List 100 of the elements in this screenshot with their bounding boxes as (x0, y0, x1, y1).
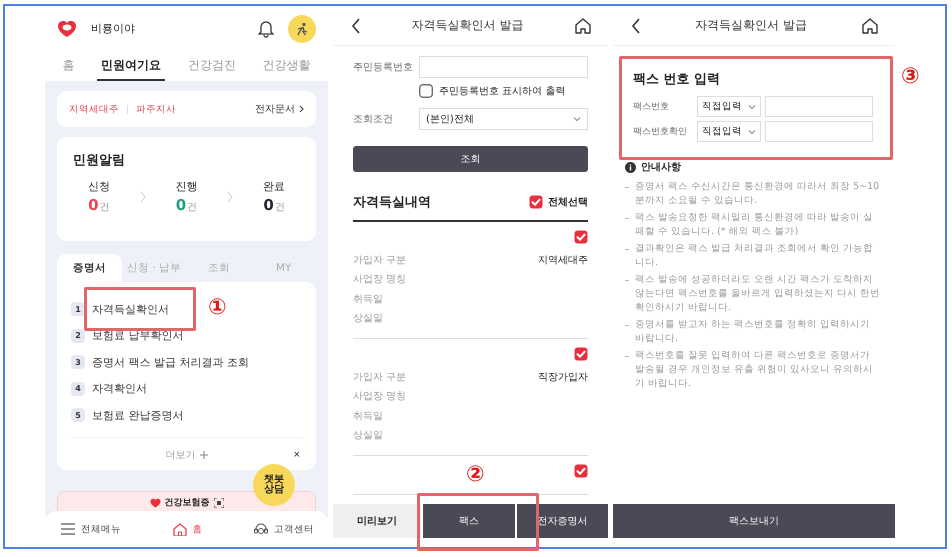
action-button[interactable]: 팩스 (423, 504, 514, 538)
section-heading: 팩스 번호 입력 (633, 71, 722, 88)
alerts-title: 민원알림 (73, 152, 126, 169)
search-button[interactable]: 조회 (353, 146, 588, 172)
field-label: 주민등록번호 (353, 61, 413, 74)
runner-icon (295, 22, 309, 36)
info-icon (625, 162, 636, 172)
menu-icon (61, 522, 75, 536)
condition-select[interactable]: (본인)전체 (419, 108, 588, 130)
record-label: 취득일 (353, 410, 383, 423)
prefix-select[interactable]: 직접입력 (697, 96, 761, 117)
home-icon[interactable] (860, 16, 879, 34)
record-label: 취득일 (353, 292, 383, 306)
id-number-field[interactable] (419, 56, 588, 78)
link-text: 전자문서 (255, 103, 295, 116)
select-value: 직접입력 (702, 125, 742, 138)
field-label: 팩스번호확인 (633, 126, 688, 138)
bell-icon[interactable] (258, 20, 274, 38)
notice-title: 안내사항 (641, 161, 681, 174)
notice-text: 증명서 팩스 수신시간은 통신환경에 따라서 최장 5~10분까지 소요될 수 있습니다. (635, 180, 880, 208)
certificate-item[interactable]: 자격확인서 (92, 381, 147, 396)
chevron-right-icon (140, 190, 146, 202)
select-all-checkbox[interactable] (529, 195, 543, 209)
plus-icon (200, 450, 208, 458)
record-label: 상실일 (353, 312, 383, 326)
preview-button[interactable]: 미리보기 (333, 504, 421, 538)
service-tab[interactable]: 증명서 (57, 254, 122, 282)
bottom-nav-item[interactable]: 홈 (172, 522, 202, 536)
record-checkbox[interactable] (574, 464, 588, 478)
step-number: ① (208, 297, 227, 319)
section-title: 자격득실내역 (353, 194, 431, 211)
chevron-down-icon (748, 128, 756, 134)
step-number: ② (466, 464, 485, 486)
home-icon (172, 522, 186, 536)
notice-text: 팩스 발송요청한 팩시밀리 통신환경에 따라 발송이 실패할 수 있습니다. (* 해외 팩스 불가) (635, 211, 874, 239)
step-number: ③ (901, 66, 920, 88)
certificate-item[interactable]: 자격득실확인서 (92, 302, 169, 317)
close-icon[interactable]: × (293, 450, 301, 460)
branch-label: 파주지사 (136, 102, 176, 116)
record-label: 사업장 명칭 (353, 390, 406, 404)
step-count: 0 (88, 196, 99, 214)
notice-text: 결과확인은 팩스 발급 처리결과 조회에서 확인 가능합니다. (635, 242, 874, 270)
select-value: 직접입력 (702, 100, 742, 113)
count-unit: 건 (274, 201, 285, 214)
step-count: 0 (263, 196, 274, 214)
screen-title: 자격득실확인서 발급 (412, 17, 524, 34)
qr-code-icon (214, 498, 224, 508)
bottom-nav-item[interactable]: 고객센터 (254, 522, 314, 536)
back-icon[interactable] (631, 18, 641, 34)
logo-icon (150, 498, 160, 508)
number-badge: 1 (71, 302, 85, 316)
record-checkbox[interactable] (574, 230, 588, 244)
record-value: 지역세대주 (538, 254, 588, 267)
select-all-label: 전체선택 (548, 196, 588, 209)
chevron-down-icon (573, 116, 581, 122)
number-badge: 3 (71, 355, 85, 370)
e-document-link[interactable]: 전자문서 (255, 102, 304, 116)
select-value: (본인)전체 (426, 113, 474, 126)
region-label: 지역세대주 (69, 102, 119, 116)
record-checkbox[interactable] (574, 347, 588, 361)
logo-icon (57, 20, 77, 38)
field-label: 조회조건 (353, 113, 394, 126)
certificate-item[interactable]: 보험료 납부확인서 (92, 328, 184, 344)
record-label: 가입자 구분 (353, 254, 406, 267)
count-unit: 건 (100, 201, 110, 214)
certificate-item[interactable]: 증명서 팩스 발급 처리결과 조회 (92, 354, 249, 370)
step-label: 진행 (175, 179, 198, 194)
field-label: 팩스번호 (633, 101, 670, 113)
notice-text: 팩스 발송에 성공하더라도 오랜 시간 팩스가 도착하지 않는다면 팩스번호를 올바르게 입력하셨는지 다시 한번 확인하시기 바랍니다. (635, 273, 881, 315)
number-badge: 5 (71, 408, 85, 422)
greeting: 비룡이야 (91, 21, 136, 36)
step-label: 완료 (263, 179, 286, 194)
fax-number-field[interactable] (765, 121, 873, 142)
avatar[interactable] (288, 14, 316, 42)
banner-label: 건강보험증 (164, 497, 210, 509)
number-badge: 2 (71, 328, 85, 343)
fax-number-field[interactable] (765, 96, 873, 117)
record-label: 사업장 명칭 (353, 273, 406, 286)
certificate-item[interactable]: 보험료 완납증명서 (92, 408, 184, 423)
home-icon[interactable] (574, 16, 592, 34)
chevron-down-icon (748, 104, 756, 110)
back-icon[interactable] (351, 18, 361, 34)
screen-title: 자격득실확인서 발급 (695, 17, 807, 34)
record-value: 직장가입자 (538, 370, 588, 384)
number-badge: 4 (71, 382, 85, 396)
step-count: 0 (176, 196, 186, 214)
step-label: 신청 (88, 179, 110, 194)
count-unit: 건 (187, 201, 198, 214)
notice-text: 증명서를 받고자 하는 팩스번호를 정확히 입력하시기 바랍니다. (635, 318, 872, 346)
prefix-select[interactable]: 직접입력 (697, 121, 761, 142)
record-label: 상실일 (353, 429, 383, 442)
checkbox[interactable] (419, 84, 433, 98)
record-label: 가입자 구분 (353, 370, 406, 384)
notice-text: 팩스번호를 잘못 입력하여 다른 팩스번호로 증명서가 발송될 경우 개인정보 유출 위험이 있사오니 유의하시기 바랍니다. (635, 349, 874, 391)
headset-icon (254, 522, 268, 536)
checkbox-label: 주민등록번호 표시하여 출력 (439, 85, 566, 98)
action-button[interactable]: 전자증명서 (516, 504, 608, 538)
bottom-nav-item[interactable]: 전체메뉴 (61, 522, 121, 536)
chevron-right-icon (227, 190, 234, 202)
send-fax-button[interactable]: 팩스보내기 (613, 504, 895, 538)
